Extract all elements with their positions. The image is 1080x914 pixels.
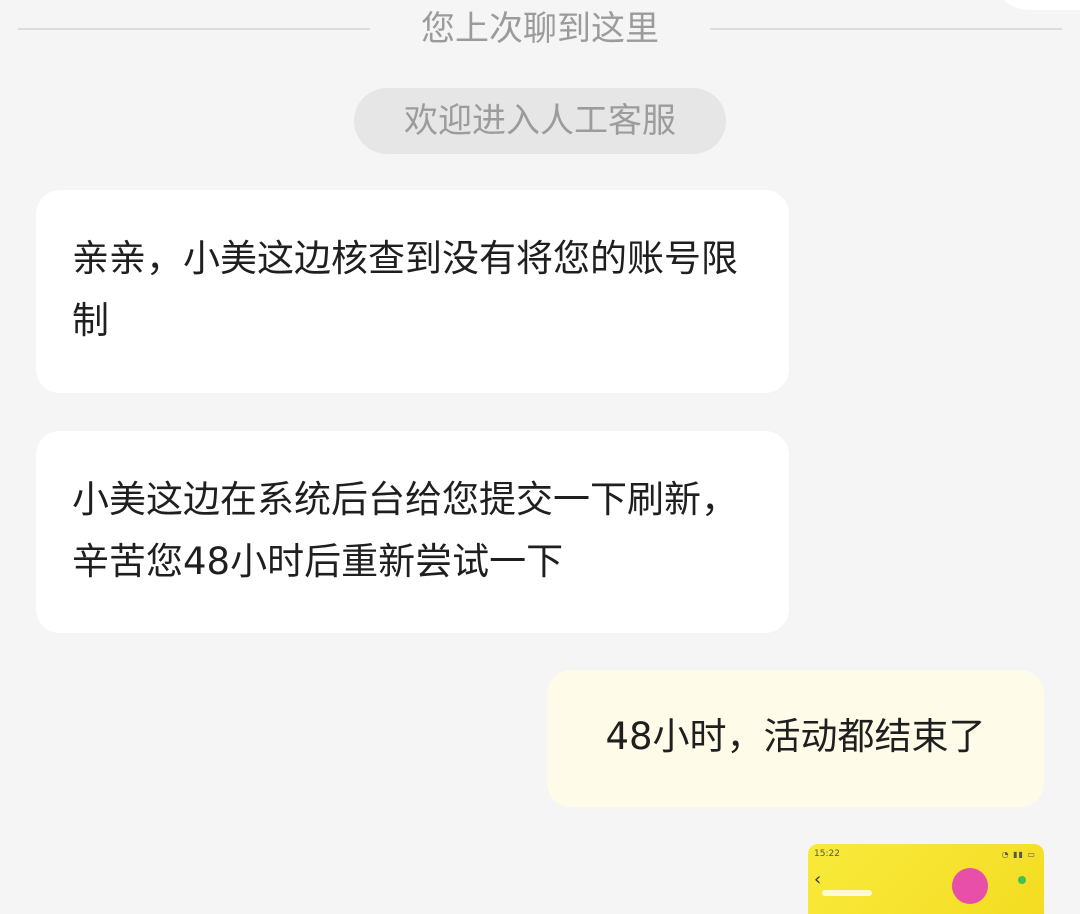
user-message-bubble[interactable]: 48小时，活动都结束了 — [547, 670, 1044, 807]
thumbnail-green-dot — [1018, 876, 1026, 884]
image-message-thumbnail[interactable]: 15:22 ◔ ▮▮ ▭ ‹ — [808, 844, 1044, 914]
thumbnail-promo-graphic — [952, 868, 988, 904]
chevron-left-icon: ‹ — [814, 869, 822, 890]
thumbnail-banner-bar — [822, 890, 872, 896]
thumbnail-status-icons: ◔ ▮▮ ▭ — [1001, 850, 1036, 859]
agent-message-bubble[interactable]: 亲亲，小美这边核查到没有将您的账号限制 — [36, 190, 789, 393]
thumbnail-status-time: 15:22 — [814, 849, 840, 859]
system-notice-pill: 欢迎进入人工客服 — [354, 88, 726, 154]
divider-line-left — [18, 28, 370, 30]
divider-line-right — [710, 28, 1062, 30]
agent-message-bubble[interactable]: 小美这边在系统后台给您提交一下刷新，辛苦您48小时后重新尝试一下 — [36, 431, 789, 633]
history-divider-label: 您上次聊到这里 — [421, 9, 659, 49]
history-divider: 您上次聊到这里 — [0, 0, 1080, 58]
